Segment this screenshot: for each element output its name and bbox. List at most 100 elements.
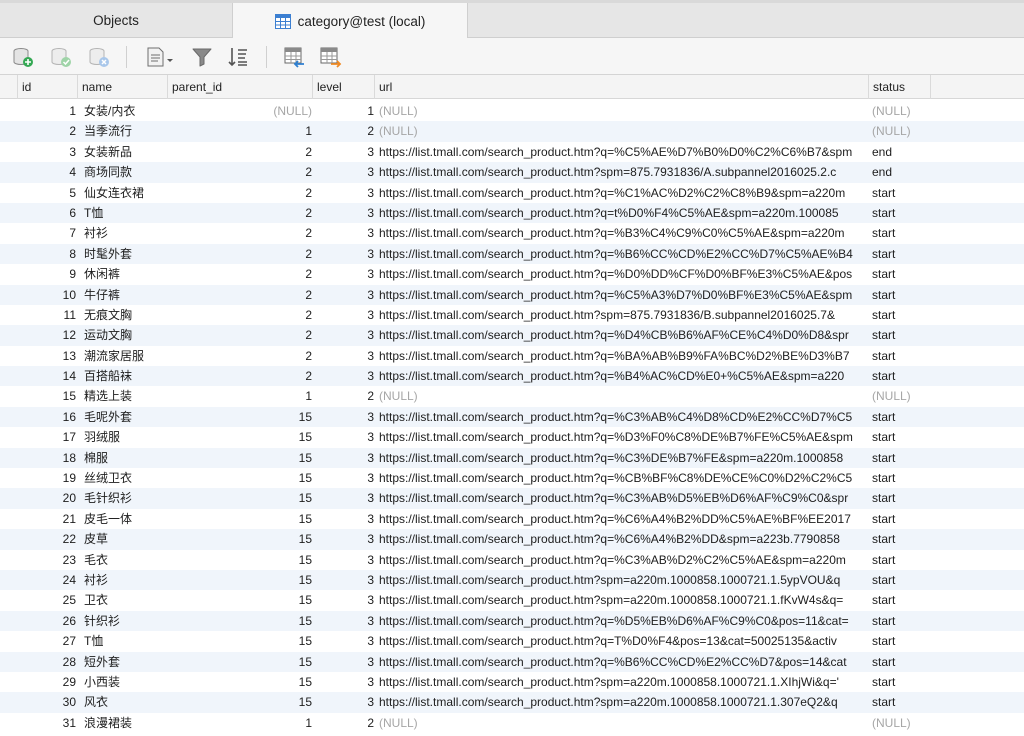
cell-name[interactable]: 棉服 (84, 448, 170, 468)
cell-status[interactable]: start (872, 264, 930, 284)
cell-status[interactable]: start (872, 488, 930, 508)
table-row[interactable]: 25 卫衣 15 3 https://list.tmall.com/search_pro… (0, 590, 1024, 610)
cell-level[interactable]: 3 (314, 366, 374, 386)
cell-id[interactable]: 27 (18, 631, 76, 651)
cell-parent-id[interactable]: 2 (170, 366, 312, 386)
cell-level[interactable]: 3 (314, 488, 374, 508)
cell-level[interactable]: 3 (314, 692, 374, 712)
cell-status[interactable]: (NULL) (872, 101, 930, 121)
cell-status[interactable]: start (872, 631, 930, 651)
cell-parent-id[interactable]: 15 (170, 468, 312, 488)
table-row[interactable]: 30 风衣 15 3 https://list.tmall.com/search_pro… (0, 692, 1024, 713)
cell-status[interactable]: start (872, 346, 930, 366)
discard-record-button[interactable] (86, 44, 112, 70)
cell-status[interactable]: start (872, 203, 930, 223)
table-row[interactable]: 2 当季流行 1 2 (NULL) (NULL) (0, 121, 1024, 142)
cell-parent-id[interactable]: 1 (170, 713, 312, 733)
cell-parent-id[interactable]: 2 (170, 142, 312, 162)
cell-level[interactable]: 3 (314, 346, 374, 366)
cell-url[interactable]: https://list.tmall.com/search_product.ht… (379, 142, 868, 162)
cell-id[interactable]: 6 (18, 203, 76, 223)
cell-url[interactable]: https://list.tmall.com/search_product.ht… (379, 346, 868, 366)
cell-parent-id[interactable]: 2 (170, 305, 312, 325)
cell-id[interactable]: 12 (18, 325, 76, 345)
cell-parent-id[interactable]: 15 (170, 590, 312, 610)
cell-name[interactable]: 皮毛一体 (84, 509, 170, 529)
cell-status[interactable]: start (872, 325, 930, 345)
cell-parent-id[interactable]: (NULL) (170, 101, 312, 121)
table-row[interactable]: 6 T恤 2 3 https://list.tmall.com/search_produ… (0, 202, 1024, 224)
cell-level[interactable]: 3 (314, 652, 374, 672)
table-row[interactable]: 17 羽绒服 15 3 https://list.tmall.com/search_pr… (0, 427, 1024, 447)
cell-id[interactable]: 4 (18, 162, 76, 182)
cell-status[interactable]: start (872, 427, 930, 447)
table-row[interactable]: 8 时髦外套 2 3 https://list.tmall.com/search_pro… (0, 243, 1024, 265)
filter-button[interactable] (189, 44, 215, 70)
table-row[interactable]: 3 女装新品 2 3 https://list.tmall.com/search_pro… (0, 142, 1024, 162)
column-header-status[interactable]: status (869, 75, 931, 99)
table-row[interactable]: 20 毛针织衫 15 3 https://list.tmall.com/search_p… (0, 488, 1024, 509)
table-row[interactable]: 4 商场同款 2 3 https://list.tmall.com/search_pro… (0, 162, 1024, 183)
cell-parent-id[interactable]: 15 (170, 550, 312, 570)
cell-level[interactable]: 3 (314, 162, 374, 182)
cell-url[interactable]: https://list.tmall.com/search_product.ht… (379, 427, 868, 447)
cell-level[interactable]: 3 (314, 529, 374, 549)
tab-category-table[interactable]: category@test (local) (232, 3, 468, 39)
cell-parent-id[interactable]: 15 (170, 692, 312, 712)
cell-status[interactable]: start (872, 652, 930, 672)
table-row[interactable]: 26 针织衫 15 3 https://list.tmall.com/search_pr… (0, 610, 1024, 632)
cell-status[interactable]: start (872, 244, 930, 264)
cell-parent-id[interactable]: 15 (170, 652, 312, 672)
cell-url[interactable]: https://list.tmall.com/search_product.ht… (379, 631, 868, 651)
text-format-button[interactable] (144, 44, 176, 70)
table-row[interactable]: 31 浪漫裙装 1 2 (NULL) (NULL) (0, 713, 1024, 733)
cell-id[interactable]: 25 (18, 590, 76, 610)
cell-name[interactable]: 牛仔裤 (84, 285, 170, 305)
cell-url[interactable]: https://list.tmall.com/search_product.ht… (379, 366, 868, 386)
cell-url[interactable]: https://list.tmall.com/search_product.ht… (379, 285, 868, 305)
table-row[interactable]: 18 棉服 15 3 https://list.tmall.com/search_pro… (0, 447, 1024, 469)
table-row[interactable]: 10 牛仔裤 2 3 https://list.tmall.com/search_pro… (0, 284, 1024, 305)
cell-status[interactable]: start (872, 183, 930, 203)
cell-level[interactable]: 3 (314, 223, 374, 243)
cell-level[interactable]: 3 (314, 509, 374, 529)
cell-status[interactable]: start (872, 285, 930, 305)
column-header-name[interactable]: name (78, 75, 168, 99)
cell-url[interactable]: (NULL) (379, 713, 868, 733)
cell-name[interactable]: 毛呢外套 (84, 407, 170, 427)
cell-url[interactable]: https://list.tmall.com/search_product.ht… (379, 468, 868, 488)
cell-id[interactable]: 9 (18, 264, 76, 284)
cell-level[interactable]: 3 (314, 672, 374, 692)
cell-status[interactable]: start (872, 223, 930, 243)
column-header-id[interactable]: id (18, 75, 78, 99)
cell-id[interactable]: 29 (18, 672, 76, 692)
cell-id[interactable]: 24 (18, 570, 76, 590)
cell-level[interactable]: 3 (314, 631, 374, 651)
table-row[interactable]: 28 短外套 15 3 https://list.tmall.com/search_pr… (0, 651, 1024, 672)
cell-name[interactable]: 丝绒卫衣 (84, 468, 170, 488)
cell-parent-id[interactable]: 15 (170, 529, 312, 549)
table-row[interactable]: 19 丝绒卫衣 15 3 https://list.tmall.com/search_p… (0, 468, 1024, 488)
table-row[interactable]: 21 皮毛一体 15 3 https://list.tmall.com/search_p… (0, 509, 1024, 529)
table-row[interactable]: 5 仙女连衣裙 2 3 https://list.tmall.com/search_pr… (0, 183, 1024, 203)
table-row[interactable]: 29 小西装 15 3 https://list.tmall.com/search_pr… (0, 672, 1024, 692)
cell-name[interactable]: 羽绒服 (84, 427, 170, 447)
cell-name[interactable]: 衬衫 (84, 570, 170, 590)
cell-level[interactable]: 3 (314, 305, 374, 325)
cell-status[interactable]: (NULL) (872, 386, 930, 406)
cell-status[interactable]: start (872, 611, 930, 631)
cell-level[interactable]: 3 (314, 570, 374, 590)
table-row[interactable]: 15 精选上装 1 2 (NULL) (NULL) (0, 386, 1024, 406)
cell-id[interactable]: 20 (18, 488, 76, 508)
cell-id[interactable]: 8 (18, 244, 76, 264)
cell-name[interactable]: 商场同款 (84, 162, 170, 182)
cell-id[interactable]: 2 (18, 121, 76, 141)
cell-parent-id[interactable]: 2 (170, 325, 312, 345)
cell-url[interactable]: (NULL) (379, 101, 868, 121)
cell-parent-id[interactable]: 15 (170, 672, 312, 692)
cell-name[interactable]: 百搭船袜 (84, 366, 170, 386)
cell-name[interactable]: 无痕文胸 (84, 305, 170, 325)
cell-status[interactable]: (NULL) (872, 713, 930, 733)
cell-id[interactable]: 3 (18, 142, 76, 162)
cell-url[interactable]: https://list.tmall.com/search_product.ht… (379, 652, 868, 672)
